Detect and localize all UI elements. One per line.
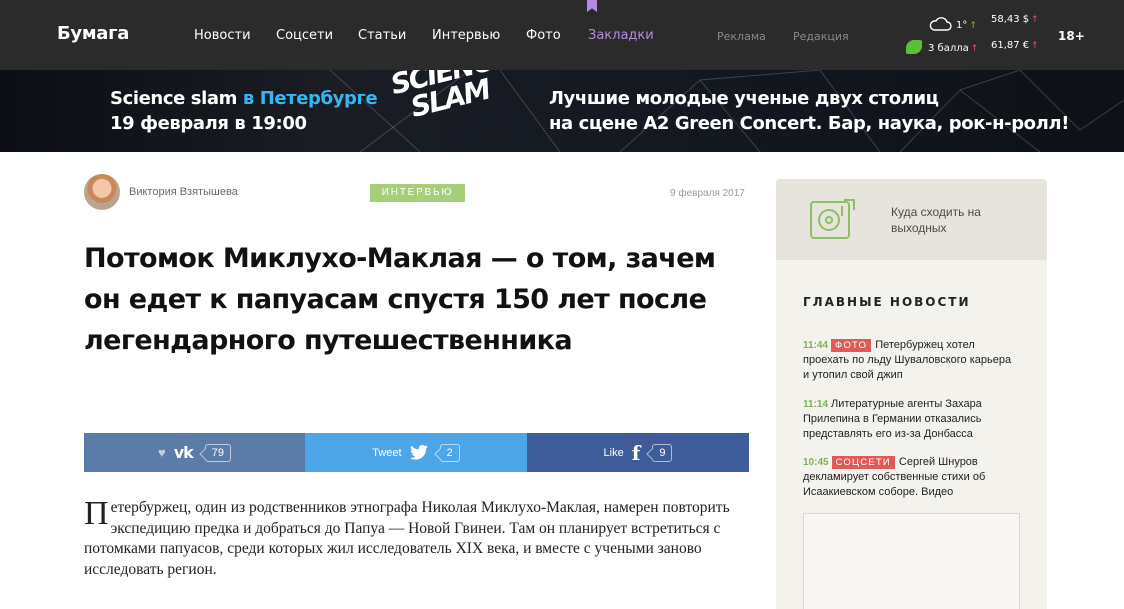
age-rating-badge: 18+ — [1058, 29, 1085, 43]
banner-lines-decoration — [329, 70, 1124, 152]
twitter-share-count: 2 — [439, 443, 460, 462]
nav-photo[interactable]: Фото — [526, 28, 561, 43]
facebook-icon: f — [631, 440, 641, 465]
eur-value: 61,87 € — [991, 40, 1030, 51]
category-tag[interactable]: ИНТЕРВЬЮ — [370, 184, 465, 202]
site-logo[interactable]: Бумага — [57, 23, 129, 44]
banner-event-date: 19 февраля в 19:00 — [110, 113, 307, 134]
news-time: 10:45 — [803, 457, 829, 468]
news-item[interactable]: 11:14 Литературные агенты Захара Прилепин… — [803, 397, 1018, 442]
lead-text: етербуржец, один из родственников этногр… — [84, 499, 730, 578]
bookmark-flag-icon — [587, 0, 597, 12]
traffic-value: 3 балла — [928, 43, 969, 54]
arrow-up-icon: ↑ — [969, 21, 977, 31]
nav-bookmarks[interactable]: Закладки — [588, 28, 654, 43]
main-news-heading: ГЛАВНЫЕ НОВОСТИ — [803, 295, 971, 309]
usd-rate[interactable]: 58,43 $ ↑ — [991, 14, 1039, 25]
traffic-widget[interactable]: 3 балла ↑ — [928, 43, 978, 54]
heart-icon: ♥ — [157, 445, 166, 460]
arrow-up-icon: ↑ — [1031, 15, 1039, 25]
vk-share-count: 79 — [204, 443, 232, 462]
article-lead: Петербуржец, один из родственников этног… — [84, 495, 749, 580]
weather-widget[interactable]: 1° ↑ — [956, 20, 977, 31]
record-player-icon — [810, 199, 855, 239]
usd-value: 58,43 $ — [991, 14, 1030, 25]
article-title: Потомок Миклухо-Маклая — о том, зачем он… — [84, 243, 716, 356]
nav-interviews[interactable]: Интервью — [432, 28, 500, 43]
temperature-value: 1° — [956, 20, 968, 31]
news-badge: ФОТО — [831, 339, 872, 352]
banner-tagline-1: Лучшие молодые ученые двух столиц — [549, 88, 939, 109]
twitter-icon — [409, 445, 428, 460]
nav-social[interactable]: Соцсети — [276, 28, 333, 43]
drop-cap: П — [84, 495, 109, 532]
news-time: 11:44 — [803, 340, 829, 351]
weekend-promo-label: Куда сходить на выходных — [891, 205, 981, 235]
news-text: Литературные агенты Захара Прилепина в Г… — [803, 398, 982, 440]
traffic-icon — [906, 40, 922, 54]
nav-editorial[interactable]: Редакция — [793, 30, 849, 43]
nav-advertising[interactable]: Реклама — [717, 30, 766, 43]
arrow-up-icon: ↑ — [1031, 41, 1039, 51]
nav-articles[interactable]: Статьи — [358, 28, 406, 43]
news-item[interactable]: 11:44 ФОТО Петербуржец хотел проехать по л… — [803, 338, 1018, 383]
author-avatar[interactable] — [84, 174, 120, 210]
news-time: 11:14 — [803, 399, 829, 410]
facebook-share-count: 9 — [652, 443, 673, 462]
news-badge: СОЦСЕТИ — [831, 456, 895, 469]
like-label: Like — [603, 446, 624, 459]
share-vk-button[interactable]: ♥ vk 79 — [84, 433, 305, 472]
publish-date: 9 февраля 2017 — [670, 188, 745, 199]
cloud-icon — [929, 17, 952, 31]
site-header: Бумага Новости Соцсети Статьи Интервью Ф… — [0, 0, 1124, 70]
banner-tagline-2: на сцене A2 Green Concert. Бар, наука, р… — [549, 113, 1070, 134]
share-facebook-button[interactable]: Like f 9 — [527, 433, 749, 472]
arrow-up-icon: ↑ — [970, 44, 979, 54]
sidebar-ad-slot[interactable] — [803, 513, 1020, 609]
eur-rate[interactable]: 61,87 € ↑ — [991, 40, 1039, 51]
tweet-label: Tweet — [372, 446, 402, 459]
share-twitter-button[interactable]: Tweet 2 — [305, 433, 527, 472]
promo-banner[interactable]: Science slam в Петербурге 19 февраля в 1… — [0, 70, 1124, 152]
banner-event-name: Science slam в Петербурге — [110, 88, 378, 109]
author-name[interactable]: Виктория Взятышева — [129, 186, 238, 198]
news-item[interactable]: 10:45 СОЦСЕТИ Сергей Шнуров декламирует со… — [803, 455, 1018, 500]
vk-icon: vk — [173, 443, 194, 462]
nav-news[interactable]: Новости — [194, 28, 251, 43]
